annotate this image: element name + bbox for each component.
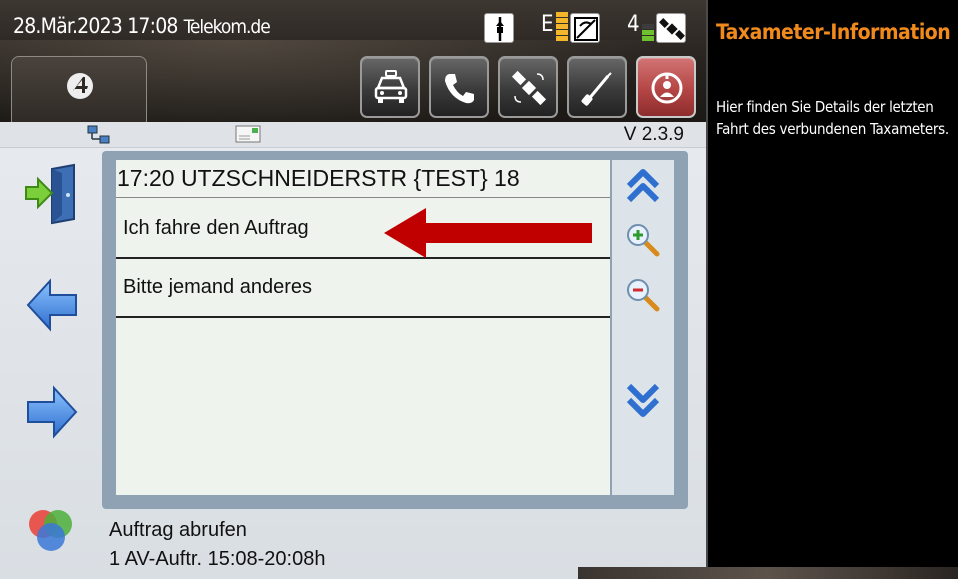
network-icon	[87, 125, 110, 144]
red-pointer-arrow	[384, 208, 592, 258]
info-title: Taxameter-Information	[716, 20, 951, 44]
back-arrow-icon[interactable]	[26, 277, 78, 333]
sub-status-bar: V 2.3.9	[0, 122, 706, 148]
zoom-in-icon[interactable]	[625, 222, 661, 258]
network-type-label: E	[541, 12, 554, 37]
satellite-button[interactable]	[498, 56, 558, 118]
status-line-2: 1 AV-Auftr. 15:08-20:08h	[109, 548, 326, 570]
provider-text: Telekom.de	[183, 16, 271, 38]
taxi-icon	[374, 70, 408, 103]
gps-count-label: 4	[627, 12, 640, 37]
screwdriver-icon	[581, 72, 612, 106]
satellite-icon	[511, 70, 547, 106]
taxi-logo-icon	[67, 73, 93, 99]
bottom-strip	[578, 567, 958, 579]
antenna-icon	[570, 13, 600, 43]
info-description: Hier finden Sie Details der letzten Fahr…	[716, 98, 949, 138]
info-panel: Taxameter-Information Hier finden Sie De…	[706, 0, 958, 579]
signal-bars-icon	[556, 12, 568, 42]
phone-button[interactable]	[429, 56, 489, 118]
version-label: V 2.3.9	[623, 124, 684, 145]
home-button[interactable]	[11, 56, 147, 122]
gps-bars-icon	[642, 12, 654, 42]
exit-door-icon[interactable]	[24, 163, 82, 225]
top-bar: 28.Mär.2023 17:08 Telekom.de E 4	[0, 0, 706, 122]
phone-icon	[445, 74, 474, 104]
satellite-icon	[656, 13, 686, 43]
forward-arrow-icon[interactable]	[26, 384, 78, 440]
color-circles-icon[interactable]	[24, 504, 78, 558]
tools-button[interactable]	[567, 56, 627, 118]
profile-icon	[651, 72, 683, 104]
profile-button[interactable]	[636, 56, 696, 118]
zoom-out-icon[interactable]	[625, 277, 661, 313]
scroll-top-icon[interactable]	[623, 168, 663, 204]
status-line-1: Auftrag abrufen	[109, 519, 247, 541]
taxi-button[interactable]	[360, 56, 420, 118]
status-datetime: 28.Mär.2023 17:08 Telekom.de	[13, 14, 271, 38]
message-icon	[235, 125, 261, 143]
order-header: 17:20 UTZSCHNEIDERSTR {TEST} 18	[116, 160, 610, 198]
list-item-someone-else[interactable]: Bitte jemand anderes	[116, 259, 610, 318]
list-scroll-column	[612, 160, 674, 495]
datetime-text: 28.Mär.2023 17:08	[13, 14, 178, 38]
compass-icon	[484, 13, 514, 43]
scroll-bottom-icon[interactable]	[623, 382, 663, 418]
